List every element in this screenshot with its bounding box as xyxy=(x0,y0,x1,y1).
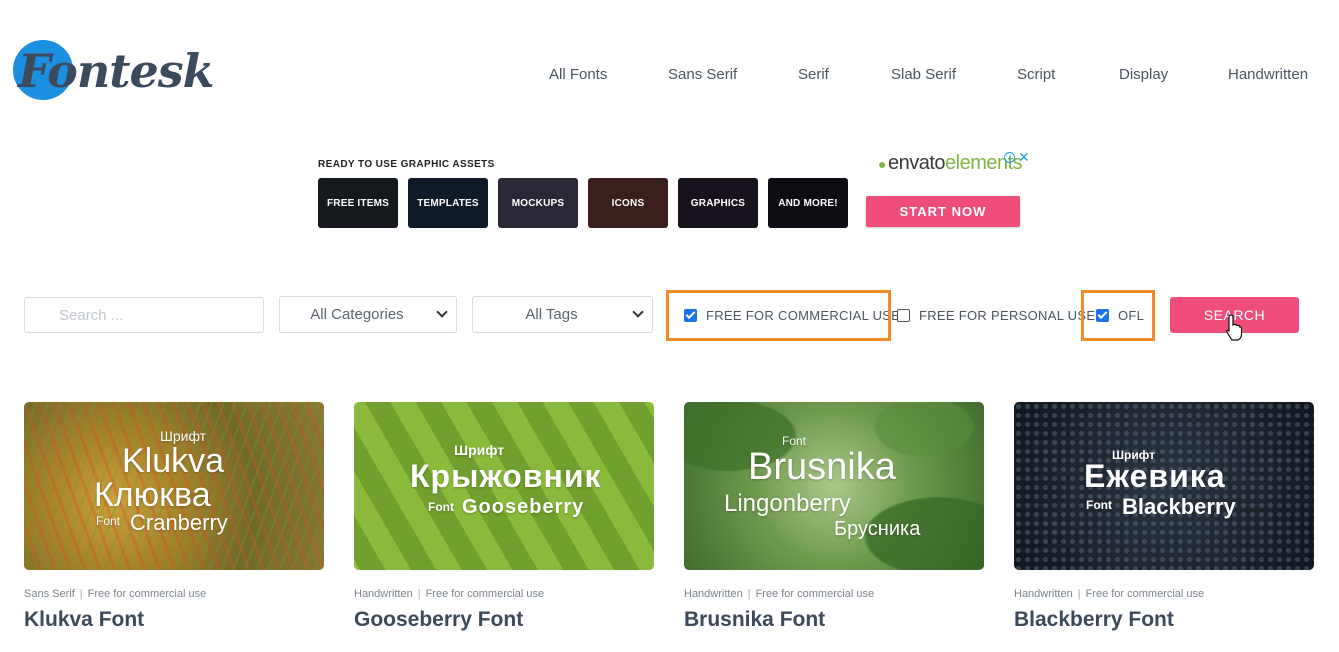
card-meta: Sans Serif | Free for commercial use xyxy=(24,588,324,600)
ad-close-icon[interactable]: ✕ xyxy=(1018,149,1030,166)
font-preview-image[interactable]: Font Brusnika Lingonberry Брусника xyxy=(684,402,984,570)
card-license[interactable]: Free for commercial use xyxy=(88,588,207,600)
card-meta: Handwritten | Free for commercial use xyxy=(684,588,984,600)
meta-divider: | xyxy=(747,588,751,600)
tags-select-value: All Tags xyxy=(525,306,578,323)
envato-logo: ● envatoelements xyxy=(878,152,1023,175)
ad-heading: READY TO USE GRAPHIC ASSETS xyxy=(318,159,495,170)
card-title[interactable]: Brusnika Font xyxy=(684,608,984,632)
card-license[interactable]: Free for commercial use xyxy=(756,588,875,600)
nav-script[interactable]: Script xyxy=(1017,66,1055,83)
nav-serif[interactable]: Serif xyxy=(798,66,829,83)
font-preview-image[interactable]: Шрифт Ежевика Font Blackberry xyxy=(1014,402,1314,570)
font-preview-image[interactable]: Шрифт Klukva Клюква Font Cranberry xyxy=(24,402,324,570)
nav-slab-serif[interactable]: Slab Serif xyxy=(891,66,956,83)
font-card[interactable]: Шрифт Ежевика Font Blackberry Handwritte… xyxy=(1014,402,1314,632)
ad-info-icon[interactable]: i xyxy=(1004,152,1015,163)
ofl-label: OFL xyxy=(1118,308,1145,323)
card-category[interactable]: Handwritten xyxy=(1014,588,1073,600)
card-category[interactable]: Sans Serif xyxy=(24,588,75,600)
card-license[interactable]: Free for commercial use xyxy=(426,588,545,600)
card-category[interactable]: Handwritten xyxy=(684,588,743,600)
site-logo[interactable]: Fontesk xyxy=(12,38,222,108)
nav-handwritten[interactable]: Handwritten xyxy=(1228,66,1308,83)
card-meta: Handwritten | Free for commercial use xyxy=(354,588,654,600)
commercial-use-filter[interactable]: FREE FOR COMMERCIAL USE xyxy=(666,290,900,341)
preview-text: Brusnika xyxy=(748,446,896,488)
card-category[interactable]: Handwritten xyxy=(354,588,413,600)
personal-use-checkbox[interactable] xyxy=(897,308,910,322)
preview-text: Брусника xyxy=(834,518,921,540)
hand-cursor-icon xyxy=(1226,314,1242,341)
card-title[interactable]: Klukva Font xyxy=(24,608,324,632)
logo-text: Fontesk xyxy=(18,44,215,98)
personal-use-label: FREE FOR PERSONAL USE xyxy=(919,307,1096,323)
preview-text: Lingonberry xyxy=(724,490,851,517)
leaf-icon: ● xyxy=(878,156,886,172)
nav-display[interactable]: Display xyxy=(1119,66,1168,83)
commercial-use-label: FREE FOR COMMERCIAL USE xyxy=(706,308,901,323)
preview-text: Крыжовник xyxy=(410,458,602,494)
ad-tile-graphics[interactable]: GRAPHICS xyxy=(678,178,758,228)
category-select[interactable]: All Categories xyxy=(279,296,457,333)
font-card[interactable]: Font Brusnika Lingonberry Брусника Handw… xyxy=(684,402,984,632)
personal-use-filter[interactable]: FREE FOR PERSONAL USE xyxy=(897,300,1095,330)
preview-text: Cranberry xyxy=(130,510,228,535)
card-meta: Handwritten | Free for commercial use xyxy=(1014,588,1314,600)
preview-text: Gooseberry xyxy=(462,496,585,518)
preview-text: Font xyxy=(96,514,121,528)
envato-brand-a: envato xyxy=(887,152,946,174)
font-preview-image[interactable]: Шрифт Крыжовник Font Gooseberry xyxy=(354,402,654,570)
ad-cta-button[interactable]: START NOW xyxy=(866,196,1020,227)
commercial-use-checkbox[interactable] xyxy=(684,309,697,322)
tags-select[interactable]: All Tags xyxy=(472,296,653,333)
meta-divider: | xyxy=(1077,588,1081,600)
card-license[interactable]: Free for commercial use xyxy=(1086,588,1205,600)
ad-tile-templates[interactable]: TEMPLATES xyxy=(408,178,488,228)
font-card[interactable]: Шрифт Klukva Клюква Font Cranberry Sans … xyxy=(24,402,324,632)
preview-text: Blackberry xyxy=(1122,494,1236,519)
ad-banner[interactable]: READY TO USE GRAPHIC ASSETS FREE ITEMS T… xyxy=(318,149,1038,237)
search-input[interactable] xyxy=(24,297,264,333)
preview-text: Ежевика xyxy=(1084,458,1226,494)
ad-tile-and-more[interactable]: AND MORE! xyxy=(768,178,848,228)
meta-divider: | xyxy=(79,588,83,600)
card-title[interactable]: Gooseberry Font xyxy=(354,608,654,632)
ad-tile-mockups[interactable]: MOCKUPS xyxy=(498,178,578,228)
ad-tile-free-items[interactable]: FREE ITEMS xyxy=(318,178,398,228)
ofl-checkbox[interactable] xyxy=(1096,309,1109,322)
preview-text: Font xyxy=(428,500,454,514)
ofl-filter[interactable]: OFL xyxy=(1081,290,1155,341)
chevron-down-icon xyxy=(632,306,644,318)
nav-all-fonts[interactable]: All Fonts xyxy=(549,66,607,83)
nav-sans-serif[interactable]: Sans Serif xyxy=(668,66,737,83)
meta-divider: | xyxy=(417,588,421,600)
preview-text: Шрифт xyxy=(454,442,505,458)
category-select-value: All Categories xyxy=(310,306,404,323)
chevron-down-icon xyxy=(436,306,448,318)
font-card[interactable]: Шрифт Крыжовник Font Gooseberry Handwrit… xyxy=(354,402,654,632)
card-title[interactable]: Blackberry Font xyxy=(1014,608,1314,632)
preview-text: Font xyxy=(1086,498,1112,512)
ad-tile-icons[interactable]: ICONS xyxy=(588,178,668,228)
